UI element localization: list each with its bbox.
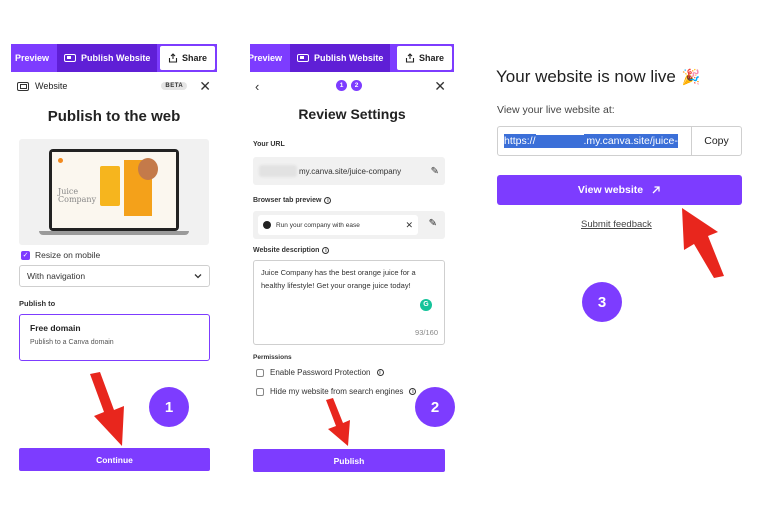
info-icon[interactable]: i (324, 197, 332, 204)
external-arrow-icon (652, 186, 660, 194)
website-description-label: Website description i (253, 247, 330, 254)
browser-tab-preview-text: Browser tab preview (253, 197, 322, 204)
website-icon (17, 81, 29, 91)
browser-tab-preview-label: Browser tab preview i (253, 197, 332, 204)
favicon-icon (263, 221, 271, 229)
continue-button[interactable]: Continue (19, 448, 210, 471)
website-icon (64, 54, 77, 62)
red-arrow-2 (326, 398, 350, 446)
url-end: .my.canva.site/juice- (583, 134, 678, 148)
your-url-label: Your URL (253, 141, 285, 148)
checkmark-icon: ✓ (21, 250, 30, 260)
submit-feedback-link[interactable]: Submit feedback (581, 219, 652, 230)
preview-button[interactable]: Preview (248, 53, 282, 63)
pencil-icon[interactable]: ✎ (429, 218, 437, 229)
step-badge-3: 3 (582, 282, 622, 322)
back-chevron-icon[interactable]: ‹ (255, 79, 259, 94)
page-title: Publish to the web (47, 108, 181, 125)
info-icon[interactable]: i (409, 388, 417, 395)
share-label: Share (418, 53, 444, 63)
live-title: Your website is now live 🎉 (496, 67, 701, 87)
domain-subtitle: Publish to a Canva domain (30, 339, 114, 346)
redacted-subdomain (535, 134, 584, 148)
website-description-textarea[interactable]: Juice Company has the best orange juice … (253, 260, 445, 345)
live-url-field[interactable]: https:// .my.canva.site/juice- Copy (497, 126, 742, 156)
hide-from-search-checkbox[interactable]: Hide my website from search engines i (256, 387, 417, 396)
url-start: https:// (504, 134, 536, 148)
publish-website-label: Publish Website (81, 53, 151, 63)
browser-tab-preview: Run your company with ease ✕ ✎ (253, 211, 445, 239)
info-icon[interactable]: i (322, 247, 330, 254)
preview-button[interactable]: Preview (11, 53, 49, 63)
hide-from-search-label: Hide my website from search engines (270, 387, 404, 396)
live-title-text: Your website is now live (496, 67, 676, 86)
checkbox-icon (256, 368, 264, 377)
close-tab-icon: ✕ (405, 219, 413, 230)
view-website-button[interactable]: View website (497, 175, 742, 205)
live-subtitle: View your live website at: (497, 104, 615, 116)
party-popper-icon: 🎉 (681, 69, 701, 86)
site-preview-thumbnail: Juice Company (19, 139, 209, 245)
share-icon (405, 53, 415, 63)
browser-tab: Run your company with ease ✕ (258, 215, 418, 235)
info-icon[interactable]: i (376, 369, 384, 376)
resize-on-mobile-checkbox[interactable]: ✓ Resize on mobile (21, 250, 100, 260)
editor-topbar: Preview Publish Website Share (11, 44, 217, 72)
close-icon[interactable]: ✕ (434, 78, 446, 95)
resize-on-mobile-label: Resize on mobile (35, 250, 101, 260)
publish-website-button[interactable]: Publish Website (290, 44, 391, 72)
share-label: Share (181, 53, 207, 63)
share-button[interactable]: Share (396, 46, 452, 70)
pencil-icon[interactable]: ✎ (431, 166, 439, 177)
editor-topbar: Preview Publish Website Share (248, 44, 454, 72)
juice-company-logo: Juice Company (58, 187, 97, 204)
step-badge-1: 1 (149, 387, 189, 427)
copy-button[interactable]: Copy (691, 127, 741, 155)
redacted-subdomain (259, 165, 297, 177)
close-icon[interactable]: ✕ (199, 79, 211, 93)
publish-website-button[interactable]: Publish Website (57, 44, 158, 72)
red-arrow-3 (682, 208, 724, 278)
share-icon (168, 53, 178, 63)
password-protection-checkbox[interactable]: Enable Password Protection i (256, 368, 384, 377)
website-description-text: Website description (253, 247, 320, 254)
domain-title: Free domain (30, 323, 81, 333)
panel-header: Website BETA ✕ (11, 72, 217, 100)
publish-button[interactable]: Publish (253, 449, 445, 472)
step-indicator: 1 2 (336, 80, 362, 91)
character-count: 93/160 (415, 328, 438, 338)
red-arrow-1 (90, 372, 124, 446)
share-button[interactable]: Share (159, 46, 215, 70)
permissions-label: Permissions (253, 354, 292, 361)
laptop-image: Juice Company (49, 149, 179, 231)
free-domain-option[interactable]: Free domain Publish to a Canva domain (19, 314, 210, 361)
url-value: my.canva.site/juice-company (299, 166, 402, 176)
live-url-text[interactable]: https:// .my.canva.site/juice- (498, 127, 691, 155)
navigation-select[interactable]: With navigation (19, 265, 210, 287)
url-field[interactable]: my.canva.site/juice-company ✎ (253, 157, 445, 185)
step-badge-2: 2 (415, 387, 455, 427)
website-icon (297, 54, 310, 62)
navigation-select-value: With navigation (27, 271, 86, 281)
panel-nav: ‹ 1 2 ✕ (250, 72, 454, 100)
chevron-down-icon (194, 274, 202, 279)
panel-header-label: Website (35, 81, 68, 91)
checkbox-icon (256, 387, 264, 396)
beta-badge: BETA (161, 82, 188, 90)
password-protection-label: Enable Password Protection (270, 368, 371, 377)
publish-to-label: Publish to (19, 299, 56, 308)
description-value: Juice Company has the best orange juice … (261, 268, 416, 290)
step-2: 2 (351, 80, 362, 91)
publish-website-label: Publish Website (314, 53, 384, 63)
tab-title: Run your company with ease (276, 221, 360, 229)
page-title: Review Settings (298, 106, 406, 122)
step-1: 1 (336, 80, 347, 91)
view-website-label: View website (577, 184, 644, 196)
grammarly-icon[interactable]: G (420, 299, 432, 311)
